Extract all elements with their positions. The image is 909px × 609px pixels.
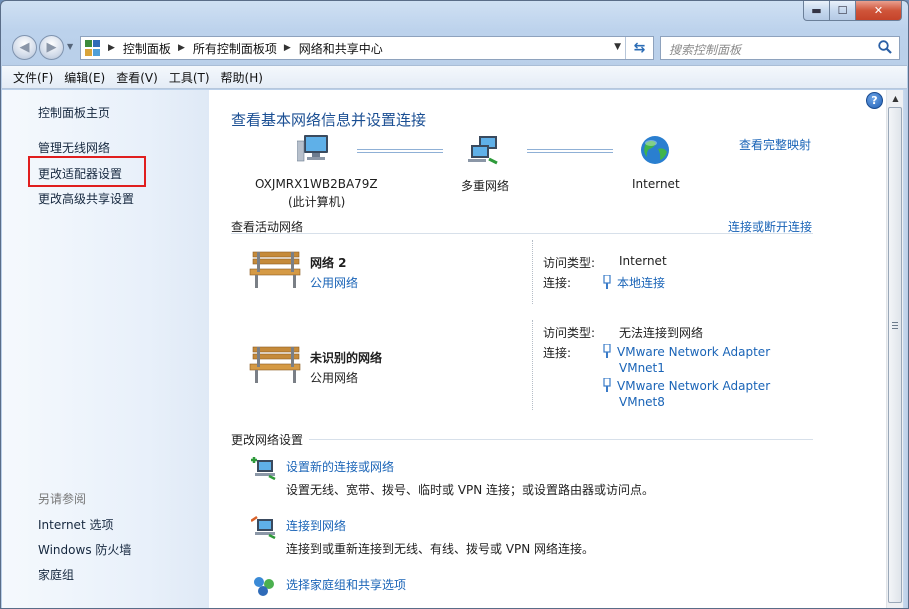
- see-also-windows-firewall[interactable]: Windows 防火墙: [38, 541, 131, 558]
- breadcrumb-all-items[interactable]: 所有控制面板项: [193, 40, 277, 57]
- address-dropdown-icon[interactable]: ▼: [614, 42, 621, 52]
- breadcrumb-control-panel[interactable]: 控制面板: [123, 40, 171, 57]
- page-title: 查看基本网络信息并设置连接: [231, 111, 427, 129]
- vmnet1-adapter-link[interactable]: VMware Network Adapter: [617, 345, 770, 359]
- scroll-up-icon[interactable]: ▲: [887, 90, 904, 107]
- map-link-line: [527, 149, 613, 153]
- window-frame-right: [903, 90, 908, 608]
- access-type-value: 无法连接到网络: [619, 326, 704, 340]
- search-input[interactable]: 搜索控制面板: [660, 36, 900, 60]
- vmnet8-adapter-link[interactable]: VMware Network Adapter: [617, 379, 770, 393]
- connection-item[interactable]: 本地连接: [603, 274, 665, 291]
- main-content: ? 查看基本网络信息并设置连接 查看完整映射 OXJMRX1WB2BA79Z (…: [209, 90, 886, 608]
- explorer-window: ▬ ☐ ✕ ◀ ▶ ▼ ▶ 控制面板 ▶ 所有控制面板项 ▶ 网络和共享中心 ▼…: [0, 0, 909, 609]
- address-bar[interactable]: ▶ 控制面板 ▶ 所有控制面板项 ▶ 网络和共享中心 ▼ ⇆: [80, 36, 654, 60]
- search-icon[interactable]: [877, 39, 893, 55]
- view-full-map-link[interactable]: 查看完整映射: [739, 136, 811, 153]
- menu-edit[interactable]: 编辑(E): [59, 69, 111, 86]
- vertical-scrollbar[interactable]: ▲: [886, 90, 904, 608]
- local-connection-link[interactable]: 本地连接: [617, 276, 665, 290]
- connection-item[interactable]: VMware Network Adapter: [603, 378, 770, 393]
- navigation-bar: ◀ ▶ ▼ ▶ 控制面板 ▶ 所有控制面板项 ▶ 网络和共享中心 ▼ ⇆ 搜索控…: [1, 32, 908, 62]
- network-type-link[interactable]: 公用网络: [310, 274, 358, 291]
- connections-label: 连接:: [543, 346, 572, 360]
- homegroup-sharing-link[interactable]: 选择家庭组和共享选项: [286, 576, 406, 593]
- refresh-button[interactable]: ⇆: [625, 37, 653, 59]
- sidebar-item-advanced-sharing[interactable]: 更改高级共享设置: [38, 190, 134, 207]
- access-type-label: 访问类型:: [543, 256, 596, 270]
- column-divider: [532, 320, 533, 410]
- menu-file[interactable]: 文件(F): [8, 69, 59, 86]
- change-settings-heading: 更改网络设置: [231, 433, 304, 447]
- network-type: 公用网络: [310, 371, 359, 385]
- connect-to-network-link[interactable]: 连接到网络: [286, 517, 346, 534]
- see-also-internet-options[interactable]: Internet 选项: [38, 516, 113, 533]
- breadcrumb-separator-icon: ▶: [283, 43, 291, 53]
- internet-label: Internet: [632, 177, 680, 191]
- menu-tools[interactable]: 工具(T): [164, 69, 216, 86]
- access-type-value: Internet: [619, 254, 667, 268]
- bench-icon: [249, 346, 301, 383]
- access-type-label: 访问类型:: [543, 326, 596, 340]
- breadcrumb-separator-icon: ▶: [108, 43, 115, 53]
- computer-icon: [297, 135, 328, 162]
- scroll-thumb[interactable]: [888, 107, 902, 603]
- column-divider: [532, 240, 533, 304]
- connect-network-icon: [251, 515, 276, 539]
- connection-item[interactable]: VMware Network Adapter: [603, 344, 770, 359]
- left-task-pane: 控制面板主页 管理无线网络 更改适配器设置 更改高级共享设置 另请参阅 Inte…: [2, 90, 209, 608]
- sidebar-item-adapter-settings[interactable]: 更改适配器设置: [38, 165, 122, 182]
- bench-icon: [249, 251, 301, 288]
- computer-name: OXJMRX1WB2BA79Z: [255, 177, 378, 191]
- connections-label: 连接:: [543, 276, 572, 290]
- search-placeholder: 搜索控制面板: [669, 43, 742, 57]
- new-connection-icon: [251, 457, 276, 480]
- menu-view[interactable]: 查看(V): [111, 69, 164, 86]
- connect-to-network-desc: 连接到或重新连接到无线、有线、拨号或 VPN 网络连接。: [286, 542, 595, 556]
- menu-bar: 文件(F) 编辑(E) 查看(V) 工具(T) 帮助(H): [2, 65, 907, 89]
- close-button[interactable]: ✕: [856, 1, 902, 21]
- refresh-icon: ⇆: [633, 40, 646, 56]
- scroll-grip-icon: [892, 322, 898, 329]
- section-divider: [231, 233, 813, 234]
- network-name: 未识别的网络: [310, 351, 383, 365]
- caption-buttons: ▬ ☐ ✕: [803, 1, 902, 21]
- map-link-line: [357, 149, 443, 153]
- back-button[interactable]: ◀: [12, 35, 37, 60]
- see-also-homegroup[interactable]: 家庭组: [38, 566, 74, 583]
- maximize-button[interactable]: ☐: [830, 1, 856, 21]
- internet-globe-icon: [641, 136, 669, 164]
- sidebar-item-control-panel-home[interactable]: 控制面板主页: [38, 104, 110, 121]
- back-arrow-icon: ◀: [19, 40, 30, 55]
- network-name: 网络 2: [310, 256, 347, 270]
- see-also-heading: 另请参阅: [38, 492, 87, 506]
- breadcrumb-network-center[interactable]: 网络和共享中心: [299, 40, 383, 57]
- vmnet8-link[interactable]: VMnet8: [619, 395, 665, 409]
- ethernet-icon: [603, 344, 611, 358]
- multiple-networks-label: 多重网络: [461, 179, 510, 193]
- recent-pages-dropdown[interactable]: ▼: [67, 42, 73, 51]
- computer-sub-label: (此计算机): [288, 195, 346, 209]
- vmnet1-link[interactable]: VMnet1: [619, 361, 665, 375]
- ethernet-icon: [603, 275, 611, 289]
- setup-new-connection-desc: 设置无线、宽带、拨号、临时或 VPN 连接；或设置路由器或访问点。: [286, 483, 655, 497]
- multiple-networks-icon: [468, 136, 498, 165]
- minimize-button[interactable]: ▬: [803, 1, 830, 21]
- breadcrumb-separator-icon: ▶: [177, 43, 185, 53]
- help-icon[interactable]: ?: [866, 92, 883, 109]
- menu-help[interactable]: 帮助(H): [216, 69, 269, 86]
- setup-new-connection-link[interactable]: 设置新的连接或网络: [286, 458, 394, 475]
- control-panel-icon: [85, 40, 101, 56]
- forward-arrow-icon: ▶: [46, 40, 57, 55]
- homegroup-icon: [254, 577, 274, 596]
- ethernet-icon: [603, 378, 611, 392]
- forward-button[interactable]: ▶: [39, 35, 64, 60]
- section-divider: [309, 439, 813, 440]
- sidebar-item-manage-wireless[interactable]: 管理无线网络: [38, 139, 110, 156]
